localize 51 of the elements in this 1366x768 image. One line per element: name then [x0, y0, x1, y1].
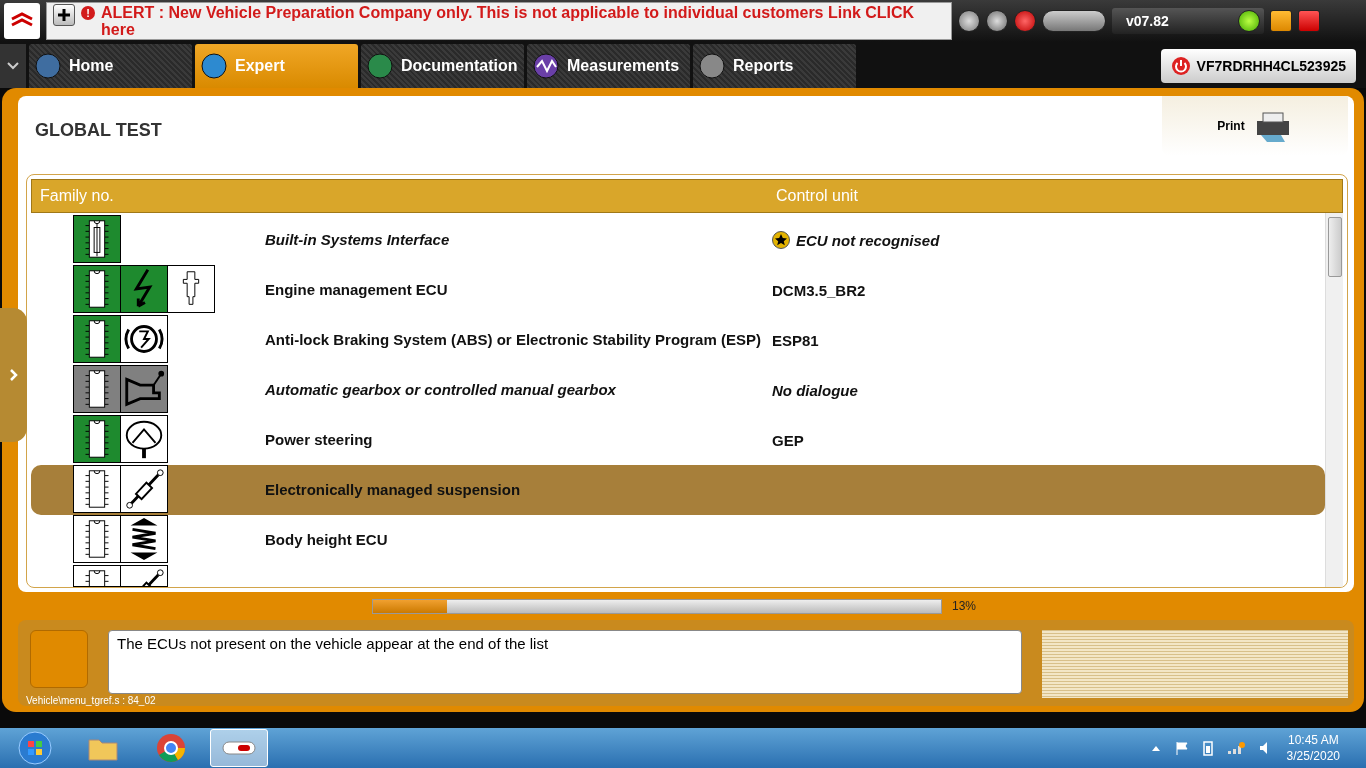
control-unit-text: GEP	[772, 431, 804, 449]
side-panel-toggle[interactable]	[0, 308, 27, 442]
network-icon[interactable]	[1226, 741, 1245, 755]
toggle-icon	[222, 741, 256, 755]
status-indicator-icon	[1238, 10, 1260, 32]
nav-tab[interactable]: Reports	[693, 44, 856, 88]
magnifier-icon	[201, 53, 227, 79]
ecu-name[interactable]: Body height ECU	[265, 533, 772, 547]
logo-icon	[4, 3, 40, 39]
caret-icon[interactable]	[1150, 744, 1161, 752]
plus-icon	[58, 9, 70, 21]
clock[interactable]: 10:45 AM 3/25/2020	[1286, 732, 1340, 764]
path-text: Vehicle\menu_tgref.s : 84_02	[26, 695, 156, 706]
alert-icon: !	[81, 6, 95, 20]
flag-icon[interactable]	[1174, 741, 1189, 755]
globe-icon	[35, 53, 61, 79]
control-unit-text: No dialogue	[772, 381, 858, 399]
page-title: GLOBAL TEST	[35, 120, 162, 141]
ecu-name[interactable]: Anti-lock Braking System (ABS) or Electronic Stability Program (ESP)	[265, 333, 772, 347]
nav-tab[interactable]: Documentation	[361, 44, 524, 88]
email-button[interactable]	[1014, 10, 1036, 32]
chevron-icon	[8, 368, 19, 382]
vin-button[interactable]: VF7RDRHH4CL523925	[1160, 49, 1356, 83]
ecu-name[interactable]: Power steering	[265, 433, 772, 447]
control-unit-text: ECU not recognised	[796, 231, 940, 249]
version-text: v07.82	[1126, 13, 1169, 29]
alert-text[interactable]: ALERT : New Vehicle Preparation Company only. This is not applicable to individual customers Link CLICK here	[101, 4, 945, 38]
chevron-icon[interactable]	[0, 44, 26, 88]
ecu-name[interactable]: Automatic gearbox or controlled manual gearbox	[265, 383, 772, 397]
column-header: Family no.	[39, 187, 115, 205]
minimize-button[interactable]	[1270, 10, 1292, 32]
wave-icon	[533, 53, 559, 79]
progress-reading: 13%	[952, 599, 977, 613]
document-icon	[699, 53, 725, 79]
column-header: Control unit	[776, 187, 858, 205]
ecu-name[interactable]: Electronically managed suspension	[265, 483, 772, 497]
close-button[interactable]	[1298, 10, 1320, 32]
ecu-name[interactable]: Built-in Systems Interface	[265, 233, 772, 247]
plus-button[interactable]	[53, 4, 75, 26]
nav-tab[interactable]: Measurements	[527, 44, 690, 88]
control-unit-text: ESP81	[772, 331, 819, 349]
control-unit-text: DCM3.5_BR2	[772, 281, 866, 299]
selected-row[interactable]: Electronically managed suspension	[31, 465, 1325, 515]
battery-icon[interactable]	[1202, 740, 1213, 756]
app-taskbar-button[interactable]	[210, 729, 268, 767]
message-text: The ECUs not present on the vehicle appear at the end of the list	[117, 635, 549, 652]
nav-tab[interactable]: Home	[29, 44, 192, 88]
power-icon	[1170, 56, 1191, 76]
scrollbar[interactable]	[1325, 213, 1343, 587]
book-icon	[367, 53, 393, 79]
ecu-name[interactable]: Engine management ECU	[265, 283, 772, 297]
